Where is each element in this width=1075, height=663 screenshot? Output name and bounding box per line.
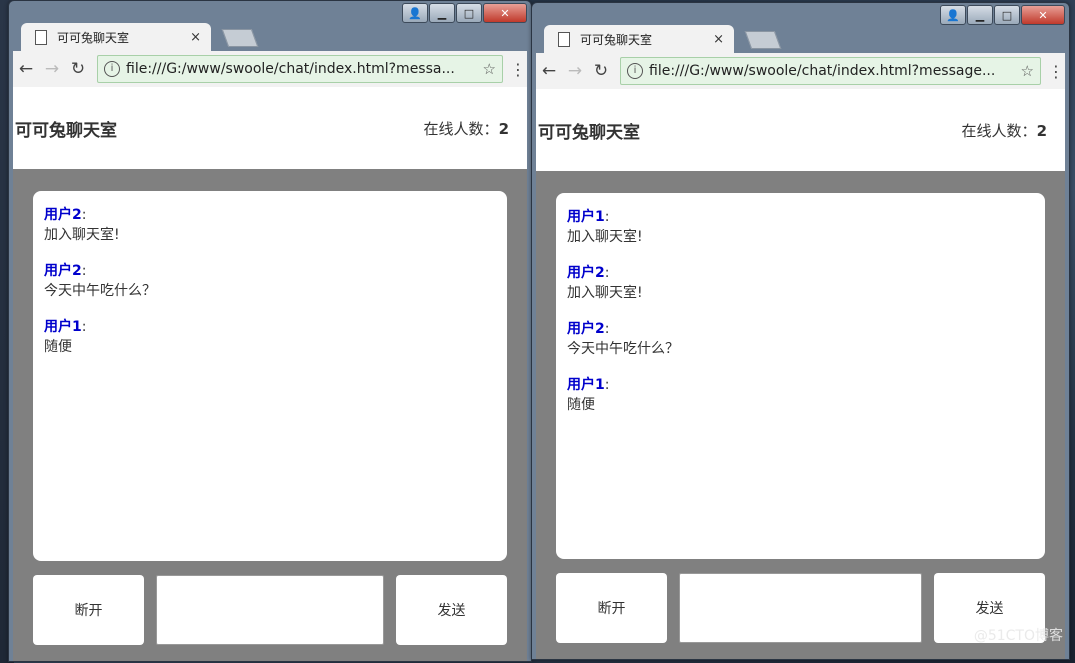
reload-icon[interactable]: ↻ bbox=[65, 59, 91, 79]
list-item: 用户1: 加入聊天室! bbox=[567, 207, 1034, 247]
document-icon bbox=[35, 29, 47, 45]
forward-icon[interactable]: → bbox=[562, 61, 588, 81]
browser-toolbar: ← → ↻ i file:///G:/www/swoole/chat/index.htm… bbox=[13, 51, 527, 87]
message-text: 随便 bbox=[44, 339, 72, 355]
tab-strip: 可可兔聊天室 × bbox=[13, 19, 527, 51]
input-row: 断开 发送 bbox=[556, 573, 1045, 643]
online-label: 在线人数： bbox=[423, 119, 499, 138]
online-label: 在线人数： bbox=[961, 121, 1037, 140]
new-tab-button[interactable] bbox=[221, 29, 259, 47]
message-input[interactable] bbox=[679, 573, 922, 643]
url-text[interactable]: file:///G:/www/swoole/chat/index.html?me… bbox=[126, 61, 477, 77]
message-user: 用户1 bbox=[44, 319, 82, 335]
chat-area: 用户1: 加入聊天室! 用户2: 加入聊天室! 用户2: 今天中午吃什么？ 用户1: 随便断开… bbox=[536, 171, 1065, 659]
page-header: 可可兔聊天室 在线人数：2 bbox=[13, 87, 527, 169]
list-item: 用户2: 今天中午吃什么？ bbox=[44, 261, 496, 301]
online-count: 在线人数：2 bbox=[962, 120, 1047, 141]
reload-icon[interactable]: ↻ bbox=[588, 61, 614, 81]
message-text: 加入聊天室! bbox=[44, 227, 120, 243]
tab-title: 可可兔聊天室 bbox=[57, 30, 130, 45]
message-separator: : bbox=[81, 207, 87, 223]
page-header: 可可兔聊天室 在线人数：2 bbox=[536, 89, 1065, 171]
menu-icon[interactable]: ⋮ bbox=[1047, 62, 1065, 81]
address-bar[interactable]: i file:///G:/www/swoole/chat/index.html?m… bbox=[620, 57, 1041, 85]
back-icon[interactable]: ← bbox=[13, 59, 39, 79]
disconnect-button[interactable]: 断开 bbox=[33, 575, 144, 645]
message-input[interactable] bbox=[156, 575, 384, 645]
message-list: 用户1: 加入聊天室! 用户2: 加入聊天室! 用户2: 今天中午吃什么？ 用户1: 随便 bbox=[556, 193, 1045, 559]
page-content: 可可兔聊天室 在线人数：2 用户1: 加入聊天室! 用户2: 加入聊天室! 用户2: 今天中午… bbox=[536, 89, 1065, 659]
send-button[interactable]: 发送 bbox=[396, 575, 507, 645]
back-icon[interactable]: ← bbox=[536, 61, 562, 81]
room-title: 可可兔聊天室 bbox=[15, 120, 117, 141]
message-text: 今天中午吃什么？ bbox=[44, 283, 156, 299]
message-user: 用户1 bbox=[567, 377, 605, 393]
message-user: 用户2 bbox=[567, 321, 605, 337]
message-user: 用户1 bbox=[567, 209, 605, 225]
list-item: 用户2: 加入聊天室! bbox=[567, 263, 1034, 303]
message-text: 加入聊天室! bbox=[567, 229, 643, 245]
message-separator: : bbox=[81, 319, 87, 335]
address-bar[interactable]: i file:///G:/www/swoole/chat/index.html?m… bbox=[97, 55, 503, 83]
list-item: 用户2: 今天中午吃什么？ bbox=[567, 319, 1034, 359]
url-text[interactable]: file:///G:/www/swoole/chat/index.html?me… bbox=[649, 63, 1015, 79]
online-count: 在线人数：2 bbox=[424, 118, 509, 139]
message-separator: : bbox=[604, 265, 610, 281]
disconnect-button[interactable]: 断开 bbox=[556, 573, 667, 643]
tab-close-icon[interactable]: × bbox=[713, 32, 724, 47]
browser-toolbar: ← → ↻ i file:///G:/www/swoole/chat/index.htm… bbox=[536, 53, 1065, 89]
list-item: 用户1: 随便 bbox=[44, 317, 496, 357]
online-count-value: 2 bbox=[498, 119, 509, 138]
menu-icon[interactable]: ⋮ bbox=[509, 60, 527, 79]
watermark: @51CTO博客 bbox=[973, 628, 1063, 644]
tab-strip: 可可兔聊天室 × bbox=[536, 21, 1065, 53]
message-text: 今天中午吃什么？ bbox=[567, 341, 679, 357]
tab-title: 可可兔聊天室 bbox=[580, 32, 653, 47]
message-separator: : bbox=[604, 377, 610, 393]
browser-window-left: 👤 ▁ □ ✕ 可可兔聊天室 × ← → ↻ i file:///G:/www/swoole/cha… bbox=[8, 0, 532, 662]
online-count-value: 2 bbox=[1036, 121, 1047, 140]
bookmark-star-icon[interactable]: ☆ bbox=[483, 60, 496, 78]
browser-tab[interactable]: 可可兔聊天室 × bbox=[544, 25, 734, 53]
input-row: 断开 发送 bbox=[33, 575, 507, 645]
browser-window-right: 👤 ▁ □ ✕ 可可兔聊天室 × ← → ↻ i file:///G:/www/swoole/cha… bbox=[531, 2, 1070, 660]
message-text: 加入聊天室! bbox=[567, 285, 643, 301]
message-separator: : bbox=[604, 321, 610, 337]
browser-tab[interactable]: 可可兔聊天室 × bbox=[21, 23, 211, 51]
bookmark-star-icon[interactable]: ☆ bbox=[1021, 62, 1034, 80]
list-item: 用户1: 随便 bbox=[567, 375, 1034, 415]
forward-icon[interactable]: → bbox=[39, 59, 65, 79]
message-list: 用户2: 加入聊天室! 用户2: 今天中午吃什么？ 用户1: 随便 bbox=[33, 191, 507, 561]
page-content: 可可兔聊天室 在线人数：2 用户2: 加入聊天室! 用户2: 今天中午吃什么？ 用户1: 随便… bbox=[13, 87, 527, 661]
info-icon[interactable]: i bbox=[104, 61, 120, 77]
chat-area: 用户2: 加入聊天室! 用户2: 今天中午吃什么？ 用户1: 随便断开 发送 bbox=[13, 169, 527, 661]
room-title: 可可兔聊天室 bbox=[538, 122, 640, 143]
message-user: 用户2 bbox=[44, 207, 82, 223]
tab-close-icon[interactable]: × bbox=[190, 30, 201, 45]
message-user: 用户2 bbox=[567, 265, 605, 281]
message-separator: : bbox=[604, 209, 610, 225]
info-icon[interactable]: i bbox=[627, 63, 643, 79]
document-icon bbox=[558, 31, 570, 47]
message-text: 随便 bbox=[567, 397, 595, 413]
new-tab-button[interactable] bbox=[744, 31, 782, 49]
message-separator: : bbox=[81, 263, 87, 279]
list-item: 用户2: 加入聊天室! bbox=[44, 205, 496, 245]
message-user: 用户2 bbox=[44, 263, 82, 279]
